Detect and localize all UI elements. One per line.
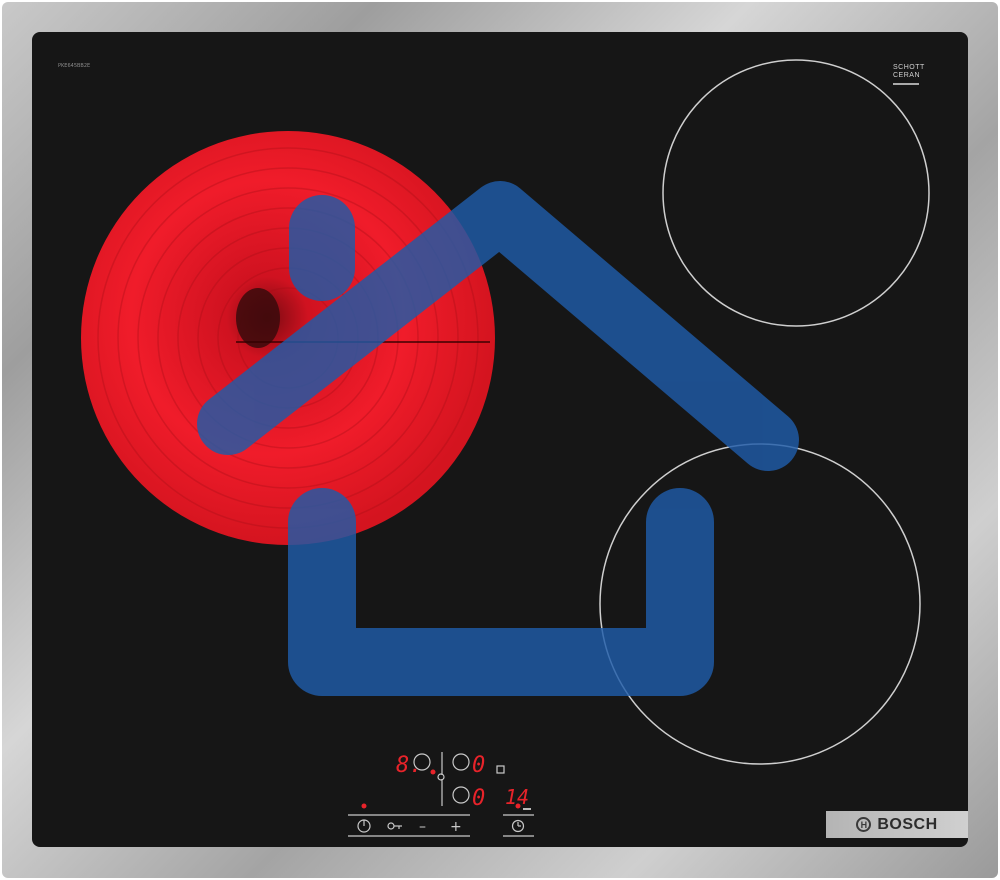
power-led: [361, 803, 367, 809]
cooktop-artwork: 8. 0 0 14 – +: [81, 59, 930, 837]
minus-button[interactable]: –: [412, 816, 438, 836]
zone-indicator-lower-right: [452, 786, 470, 804]
child-lock-button[interactable]: [382, 816, 406, 836]
timer-zone-icon: [496, 765, 505, 774]
bosch-brand-plate: H BOSCH: [826, 811, 968, 838]
brand-name: BOSCH: [877, 815, 938, 833]
level-display-upper-right: 0: [472, 753, 485, 778]
timer-button[interactable]: [505, 816, 532, 836]
power-button[interactable]: [352, 816, 376, 836]
timer-mark: [523, 808, 531, 810]
timer-led: [515, 803, 521, 809]
level-display-left: 8.: [396, 753, 423, 778]
plus-button[interactable]: +: [443, 816, 469, 836]
minus-label: –: [419, 819, 426, 835]
divider-node: [437, 773, 445, 781]
active-dot-left: [430, 769, 436, 775]
bosch-armature-icon: H: [856, 817, 872, 832]
control-display: 8. 0 0 14: [396, 752, 531, 811]
cooking-zone-rear-right: [662, 59, 930, 327]
zone-indicator-upper-right: [452, 753, 470, 771]
plus-label: +: [450, 819, 462, 835]
level-display-lower-right: 0: [472, 786, 485, 811]
